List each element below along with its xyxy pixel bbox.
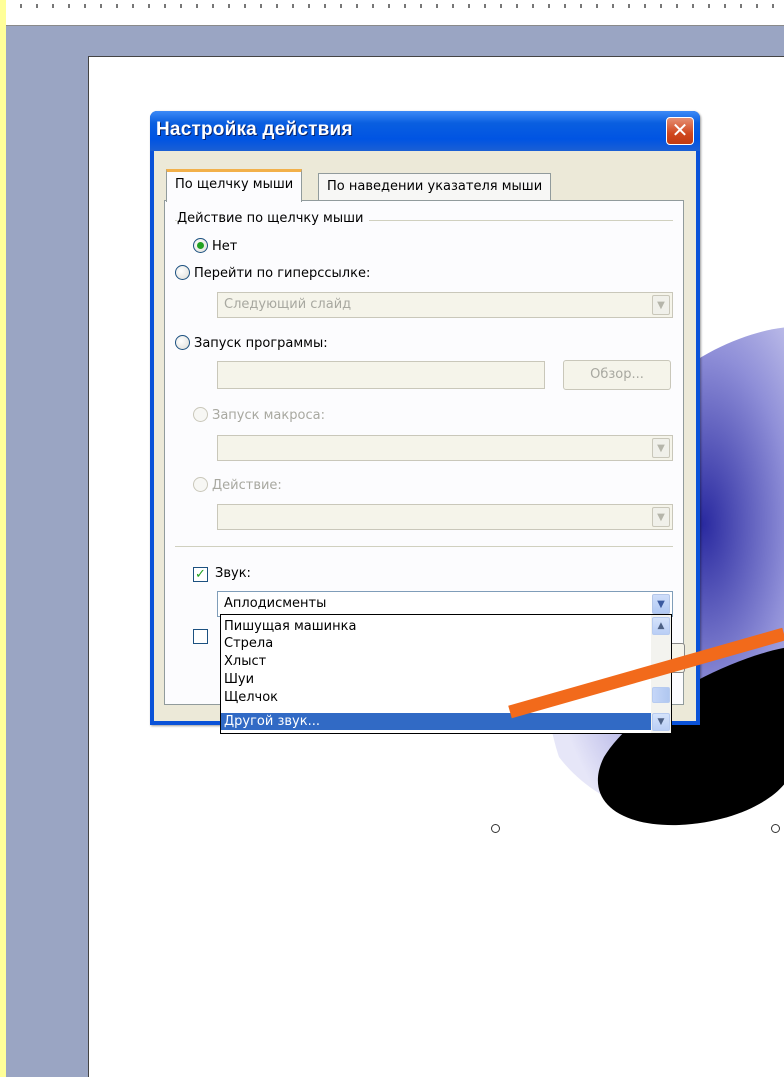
tab-mouse-over[interactable]: По наведении указателя мыши <box>318 173 552 201</box>
ruler <box>6 0 784 26</box>
sound-label: Звук: <box>215 566 251 581</box>
sound-select-value: Аплодисменты <box>224 596 327 611</box>
scroll-down-button[interactable]: ▼ <box>652 713 670 731</box>
chevron-up-icon: ▲ <box>657 621 665 631</box>
list-item-selected[interactable]: Другой звук... <box>221 713 651 730</box>
radio-checked-icon <box>193 238 208 253</box>
chevron-down-icon: ▼ <box>652 507 670 527</box>
list-item[interactable]: Щелчок <box>224 689 278 706</box>
radio-run-macro-label: Запуск макроса: <box>212 408 325 423</box>
group-label: Действие по щелчку мыши <box>177 211 370 226</box>
macro-select: ▼ <box>217 435 673 461</box>
list-scrollbar[interactable]: ▲ ▼ <box>651 615 671 733</box>
resize-handle-bottom-left[interactable] <box>491 824 500 833</box>
hyperlink-select-value: Следующий слайд <box>224 297 352 312</box>
sound-checkbox[interactable]: ✓ <box>193 567 208 582</box>
hyperlink-select: Следующий слайд ▼ <box>217 292 673 318</box>
chevron-down-icon: ▼ <box>657 717 665 727</box>
radio-none[interactable]: Нет <box>193 238 237 254</box>
radio-hyperlink-label: Перейти по гиперссылке: <box>194 266 371 281</box>
ok-button-edge[interactable] <box>671 643 685 673</box>
action-select: ▼ <box>217 504 673 530</box>
close-button[interactable]: ✕ <box>666 117 694 145</box>
list-item[interactable]: Хлыст <box>224 653 266 670</box>
list-item[interactable]: Стрела <box>224 635 273 652</box>
close-icon: ✕ <box>671 118 689 142</box>
sound-dropdown-list[interactable]: Пишущая машинка Стрела Хлыст Шуи Щелчок … <box>220 614 672 734</box>
radio-icon <box>175 335 190 350</box>
radio-icon <box>175 265 190 280</box>
list-item[interactable]: Шуи <box>224 671 254 688</box>
dialog-title: Настройка действия <box>156 119 353 140</box>
section-divider <box>175 546 673 547</box>
radio-action: Действие: <box>193 477 282 493</box>
radio-icon <box>193 477 208 492</box>
chevron-down-icon: ▼ <box>652 438 670 458</box>
radio-run-program[interactable]: Запуск программы: <box>175 335 328 351</box>
chevron-down-icon: ▼ <box>652 295 670 315</box>
resize-handle-bottom-right[interactable] <box>771 824 780 833</box>
radio-none-label: Нет <box>212 239 238 254</box>
dialog-title-bar[interactable]: Настройка действия ✕ <box>150 111 700 151</box>
highlight-checkbox[interactable]: ✓ <box>193 629 208 644</box>
scroll-thumb[interactable] <box>652 687 670 703</box>
radio-action-label: Действие: <box>212 478 282 493</box>
scroll-up-button[interactable]: ▲ <box>652 617 670 635</box>
list-item[interactable]: Пишущая машинка <box>224 618 356 635</box>
tab-mouse-click[interactable]: По щелчку мыши <box>166 169 303 202</box>
radio-icon <box>193 407 208 422</box>
radio-run-macro: Запуск макроса: <box>193 407 325 423</box>
program-path-input <box>217 361 545 389</box>
chevron-down-icon[interactable]: ▼ <box>652 594 670 614</box>
browse-button: Обзор... <box>563 360 671 390</box>
radio-hyperlink[interactable]: Перейти по гиперссылке: <box>175 265 370 281</box>
radio-run-program-label: Запуск программы: <box>194 336 328 351</box>
